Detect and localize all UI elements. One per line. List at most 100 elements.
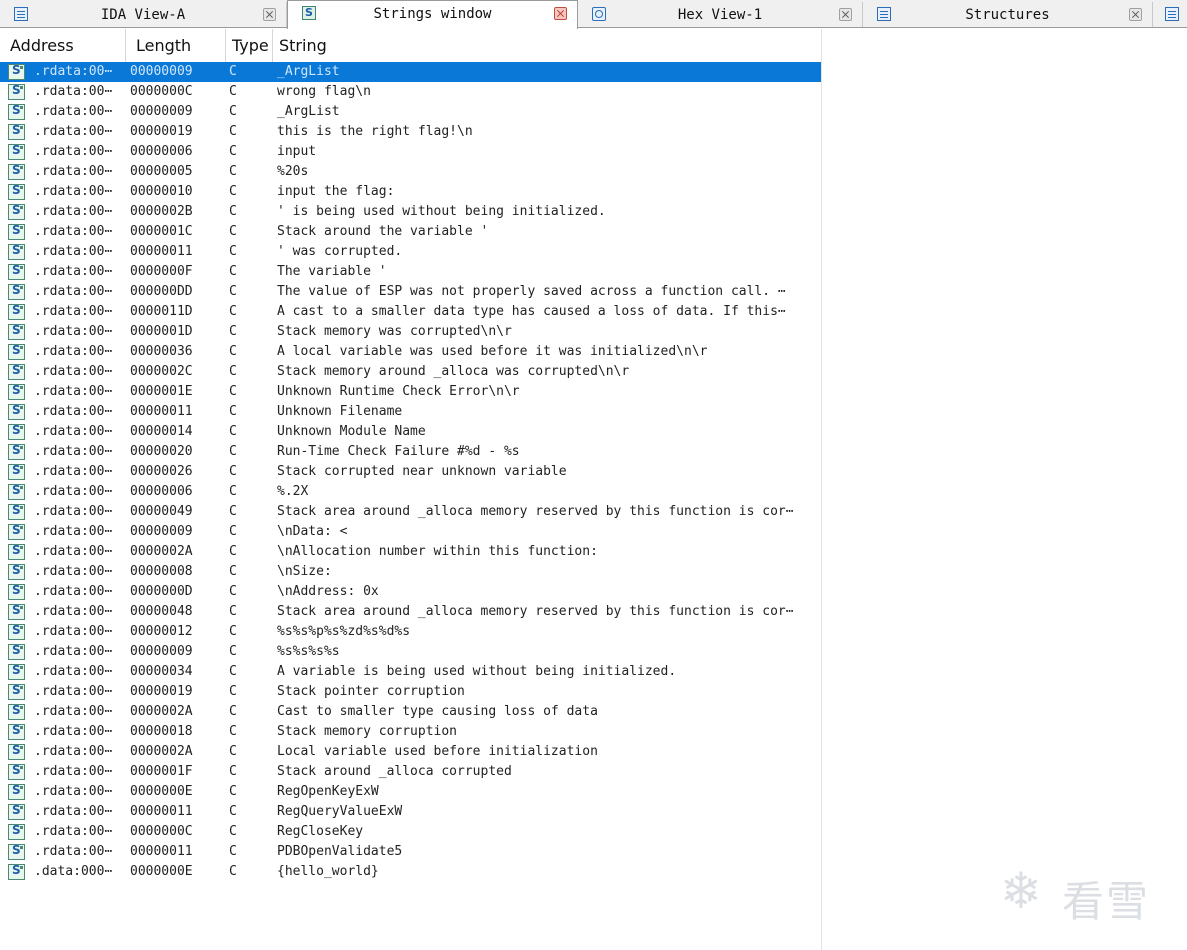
cell-address: .rdata:00⋯ <box>34 844 113 859</box>
cell-type: C <box>229 364 237 379</box>
cell-length: 00000012 <box>130 624 193 639</box>
table-row[interactable]: .rdata:00⋯ 00000011 C Unknown Filename <box>0 402 822 422</box>
table-row[interactable]: .rdata:00⋯ 0000000C Cwrong flag\n <box>0 82 822 102</box>
table-row[interactable]: .rdata:00⋯ 00000011 C PDBOpenValidate5 <box>0 842 822 862</box>
table-row[interactable]: .rdata:00⋯ 00000049 C Stack area around _al… <box>0 502 822 522</box>
table-row[interactable]: .rdata:00⋯ 00000006 Cinput <box>0 142 822 162</box>
tab-ida-view-a[interactable]: IDA View-A <box>0 2 287 27</box>
cell-length: 0000001E <box>130 384 193 399</box>
cell-address: .rdata:00⋯ <box>34 264 113 279</box>
table-row[interactable]: .rdata:00⋯ 00000009 C %s%s%s%s <box>0 642 822 662</box>
cell-length: 0000000E <box>130 784 193 799</box>
table-row[interactable]: .rdata:00⋯ 00000014 C Unknown Module Name <box>0 422 822 442</box>
table-row[interactable]: .rdata:00⋯ 000000DD C The value of ESP was … <box>0 282 822 302</box>
table-row[interactable]: .rdata:00⋯ 00000011 C RegQueryValueExW <box>0 802 822 822</box>
cell-string: Stack around _alloca corrupted <box>277 764 512 779</box>
table-row[interactable]: .rdata:00⋯ 0000000F C The variable ' <box>0 262 822 282</box>
cell-string: ' was corrupted. <box>277 244 403 259</box>
cell-type: C <box>229 104 237 119</box>
table-row[interactable]: .rdata:00⋯ 00000019 C Stack pointer corrupt… <box>0 682 822 702</box>
cell-string: Stack area around _alloca memory reserve… <box>277 604 794 619</box>
table-row[interactable]: .rdata:00⋯ 0000002A C \nAllocation number w… <box>0 542 822 562</box>
cell-string: Stack memory corruption <box>277 724 458 739</box>
tab-bar: IDA View-A Strings window Hex View-1 Str… <box>0 0 1187 29</box>
cell-length: 00000006 <box>130 484 193 499</box>
table-row[interactable]: .rdata:00⋯ 00000009 C \nData: < <box>0 522 822 542</box>
cell-address: .rdata:00⋯ <box>34 424 113 439</box>
cell-length: 00000049 <box>130 504 193 519</box>
cell-address: .rdata:00⋯ <box>34 704 113 719</box>
table-row[interactable]: .rdata:00⋯ 0000000C C RegCloseKey <box>0 822 822 842</box>
cell-length: 00000011 <box>130 404 193 419</box>
table-row[interactable]: .rdata:00⋯ 0000001F C Stack around _alloca … <box>0 762 822 782</box>
table-row[interactable]: .rdata:00⋯ 0000000E C RegOpenKeyExW <box>0 782 822 802</box>
table-row[interactable]: .rdata:00⋯ 00000012 C %s%s%p%s%zd%s%d%s <box>0 622 822 642</box>
tab-more[interactable] <box>1153 2 1187 27</box>
table-row[interactable]: .rdata:00⋯ 00000019 Cthis is the right fla… <box>0 122 822 142</box>
cell-length: 00000036 <box>130 344 193 359</box>
table-row[interactable]: .rdata:00⋯ 00000008 C \nSize: <box>0 562 822 582</box>
cell-address: .rdata:00⋯ <box>34 584 113 599</box>
cell-string: %.2X <box>277 484 309 499</box>
table-row[interactable]: .data:000⋯ 0000000E C {hello_world} <box>0 862 822 882</box>
close-icon[interactable] <box>1129 8 1142 21</box>
cell-address: .rdata:00⋯ <box>34 544 113 559</box>
close-icon[interactable] <box>554 7 567 20</box>
tab-strings-window[interactable]: Strings window <box>287 0 578 29</box>
table-row[interactable]: .rdata:00⋯ 00000034 C A variable is being u… <box>0 662 822 682</box>
table-row[interactable]: .rdata:00⋯ 0000001D C Stack memory was corr… <box>0 322 822 342</box>
cell-string: Stack memory was corrupted\n\r <box>277 324 512 339</box>
tab-structures[interactable]: Structures <box>863 2 1153 27</box>
snowflake-icon: ❄ <box>1000 862 1042 920</box>
column-header-length[interactable]: Length <box>126 29 226 62</box>
column-header-address[interactable]: Address <box>0 29 126 62</box>
table-row[interactable]: .rdata:00⋯ 0000001C C Stack around the vari… <box>0 222 822 242</box>
cell-address: .rdata:00⋯ <box>34 244 113 259</box>
table-row[interactable]: .rdata:00⋯ 00000009 C _ArgList <box>0 62 822 82</box>
table-row[interactable]: .rdata:00⋯ 0000002B C ' is being used witho… <box>0 202 822 222</box>
table-row[interactable]: .rdata:00⋯ 00000026 C Stack corrupted near … <box>0 462 822 482</box>
tab-hex-view-1[interactable]: Hex View-1 <box>578 2 863 27</box>
table-row[interactable]: .rdata:00⋯ 0000000D C \nAddress: 0x <box>0 582 822 602</box>
table-row[interactable]: .rdata:00⋯ 0000001E C Unknown Runtime Check… <box>0 382 822 402</box>
table-row[interactable]: .rdata:00⋯ 0000002A C Cast to smaller type … <box>0 702 822 722</box>
cell-type: C <box>229 544 237 559</box>
string-icon <box>8 243 25 260</box>
table-row[interactable]: .rdata:00⋯ 00000009 C _ArgList <box>0 102 822 122</box>
table-row[interactable]: .rdata:00⋯ 00000006 C %.2X <box>0 482 822 502</box>
close-icon[interactable] <box>263 8 276 21</box>
string-icon <box>8 263 25 280</box>
table-row[interactable]: .rdata:00⋯ 00000036 C A local variable was … <box>0 342 822 362</box>
cell-length: 0000000C <box>130 824 193 839</box>
table-row[interactable]: .rdata:00⋯ 0000011D C A cast to a smaller d… <box>0 302 822 322</box>
string-icon <box>8 603 25 620</box>
cell-type: C <box>229 284 237 299</box>
cell-type: C <box>229 644 237 659</box>
cell-string: RegQueryValueExW <box>277 804 403 819</box>
table-row[interactable]: .rdata:00⋯ 00000010 Cinput the flag: <box>0 182 822 202</box>
cell-string: The value of ESP was not properly saved … <box>277 284 786 299</box>
cell-type: C <box>229 164 237 179</box>
close-icon[interactable] <box>839 8 852 21</box>
table-row[interactable]: .rdata:00⋯ 00000005 C %20s <box>0 162 822 182</box>
table-row[interactable]: .rdata:00⋯ 00000011 C ' was corrupted. <box>0 242 822 262</box>
table-row[interactable]: .rdata:00⋯ 0000002C C Stack memory around _… <box>0 362 822 382</box>
cell-address: .rdata:00⋯ <box>34 504 113 519</box>
table-row[interactable]: .rdata:00⋯ 0000002A C Local variable used b… <box>0 742 822 762</box>
column-header-type[interactable]: Type <box>226 29 273 62</box>
cell-string: Cast to smaller type causing loss of dat… <box>277 704 598 719</box>
table-row[interactable]: .rdata:00⋯ 00000048 C Stack area around _al… <box>0 602 822 622</box>
cell-address: .rdata:00⋯ <box>34 224 113 239</box>
cell-length: 00000009 <box>130 524 193 539</box>
table-row[interactable]: .rdata:00⋯ 00000020 C Run-Time Check Failur… <box>0 442 822 462</box>
string-icon <box>8 323 25 340</box>
table-row[interactable]: .rdata:00⋯ 00000018 C Stack memory corrupti… <box>0 722 822 742</box>
cell-string: Stack memory around _alloca was corrupte… <box>277 364 630 379</box>
table-header: Address Length Type String <box>0 29 822 63</box>
cell-length: 00000018 <box>130 724 193 739</box>
cell-type: C <box>229 384 237 399</box>
string-icon <box>8 763 25 780</box>
string-icon <box>8 103 25 120</box>
cell-length: 0000002C <box>130 364 193 379</box>
column-header-string[interactable]: String <box>273 29 822 62</box>
